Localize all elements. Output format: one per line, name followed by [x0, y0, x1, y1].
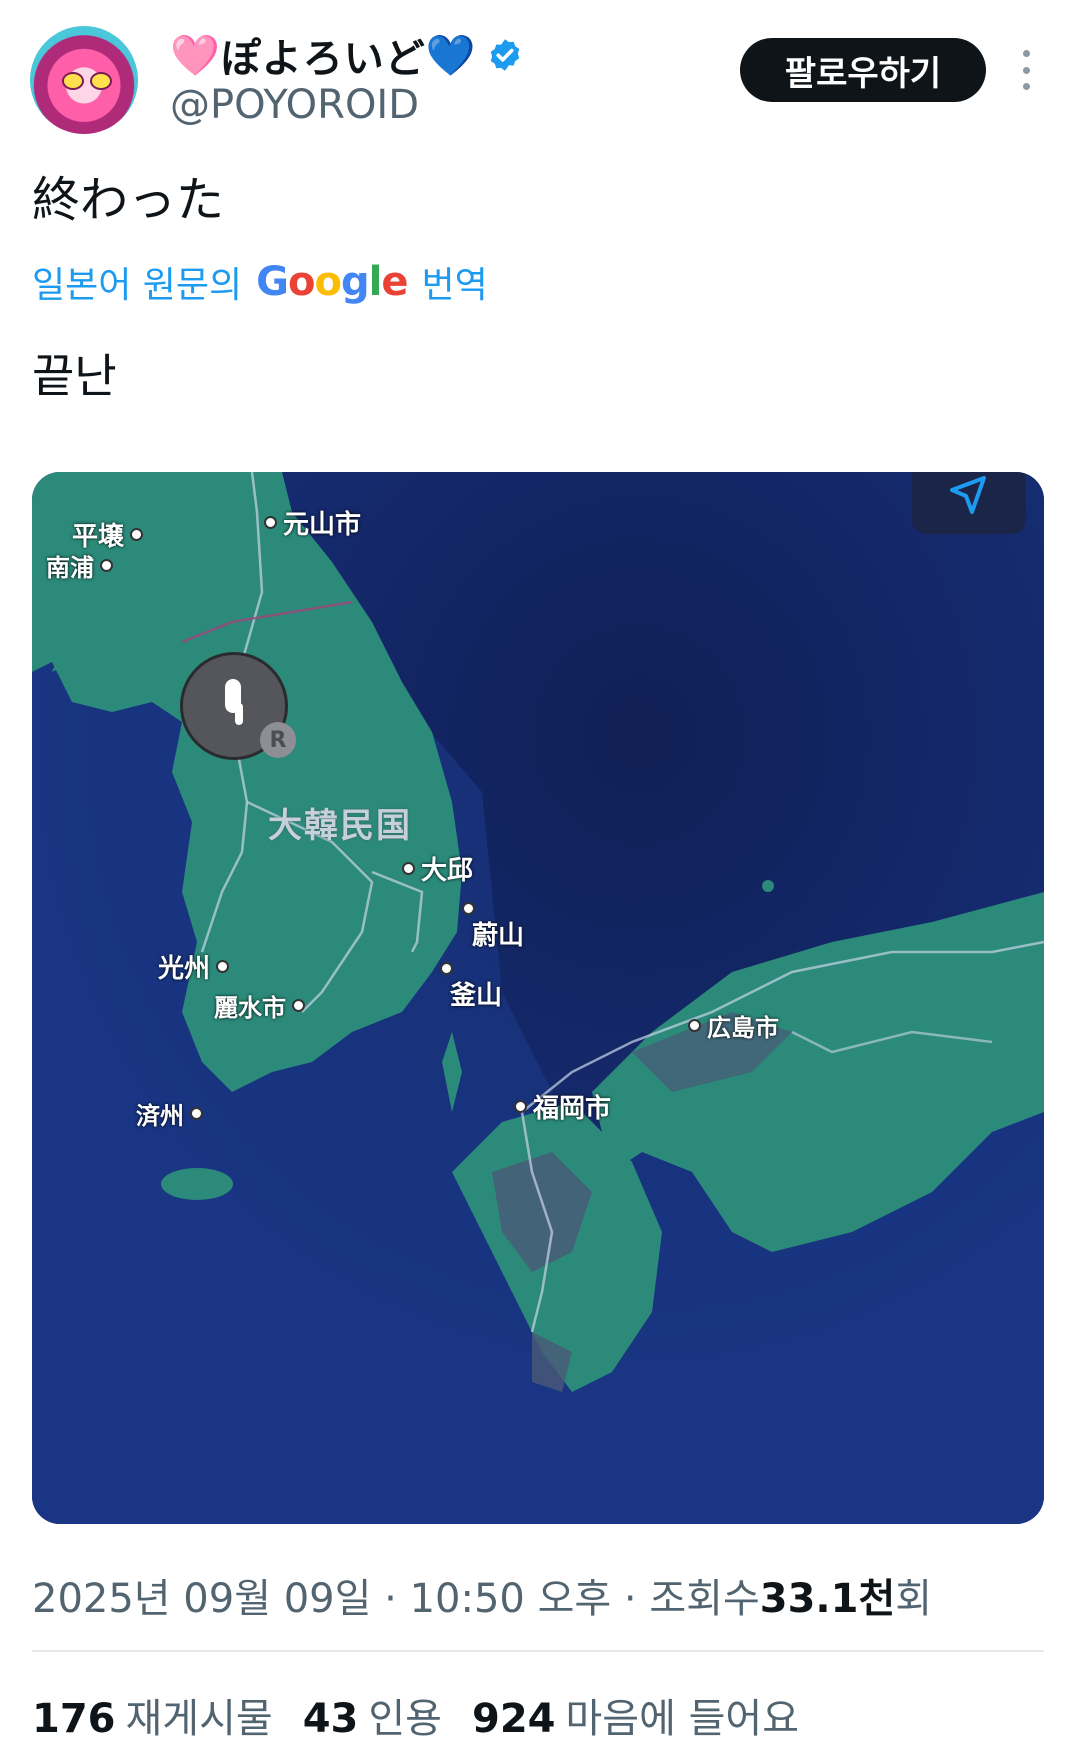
map-label-ulsan: 蔚山: [462, 902, 524, 952]
likes-label: 마음에 들어요: [565, 1696, 799, 1742]
display-name[interactable]: 🩷 ぽよろいど 💙: [170, 26, 523, 84]
location-arrow-icon: [950, 476, 986, 514]
map-image[interactable]: R 平壌 南浦 元山市 大韓民国 大邱 蔚山 釜山 光州 麗水市 済州 福岡市 …: [32, 472, 1044, 1524]
pink-heart-emoji: 🩷: [170, 32, 221, 79]
user-handle[interactable]: @POYOROID: [170, 82, 419, 128]
views-suffix: 회: [895, 1576, 933, 1622]
verified-badge-icon: [490, 39, 519, 71]
map-label-nampo: 南浦: [46, 548, 113, 583]
avatar-eye-right: [90, 72, 112, 90]
divider: [32, 1650, 1044, 1652]
map-label-busan: 釜山: [440, 962, 502, 1012]
meta-separator: ·: [623, 1576, 637, 1622]
quotes-stat[interactable]: 43 인용: [303, 1686, 442, 1744]
more-vertical-icon[interactable]: [1018, 50, 1034, 90]
reposts-count: 176: [32, 1696, 116, 1742]
quotes-label: 인용: [368, 1696, 442, 1742]
likes-stat[interactable]: 924 마음에 들어요: [472, 1686, 799, 1744]
map-label-wonsan: 元山市: [264, 504, 361, 541]
translation-prefix: 일본어 원문의: [32, 265, 243, 306]
follow-button[interactable]: 팔로우하기: [740, 38, 986, 102]
quotes-count: 43: [302, 1696, 359, 1742]
map-label-jeju: 済州: [136, 1096, 203, 1131]
reposts-stat[interactable]: 176 재게시물: [32, 1686, 273, 1744]
tweet-date: 2025년 09월 09일: [32, 1576, 372, 1622]
engagement-stats: 176 재게시물 43 인용 924 마음에 들어요: [32, 1686, 799, 1744]
location-button[interactable]: [912, 472, 1026, 534]
translation-link[interactable]: 일본어 원문의 Google 번역: [32, 256, 488, 308]
meta-separator: ·: [384, 1576, 397, 1622]
views-label: 조회수: [649, 1576, 760, 1622]
tweet-meta: 2025년 09월 09일 · 10:50 오후 · 조회수33.1천회: [32, 1566, 932, 1624]
display-name-text: ぽよろいど: [220, 36, 426, 82]
tweet-time: 10:50 오후: [409, 1576, 612, 1622]
likes-count: 924: [471, 1696, 556, 1742]
map-label-yeosu: 麗水市: [214, 988, 305, 1023]
map-label-fukuoka: 福岡市: [514, 1088, 611, 1125]
tweet-text: 終わった: [32, 172, 225, 228]
jeju-island: [161, 1168, 233, 1200]
map-label-daegu: 大邱: [402, 850, 473, 887]
avatar-eye-left: [62, 72, 84, 90]
blue-heart-emoji: 💙: [425, 32, 477, 79]
translation-suffix: 번역: [421, 265, 488, 306]
map-label-gwangju: 光州: [158, 948, 230, 985]
map-label-korea: 大韓民国: [268, 806, 412, 846]
avatar[interactable]: [30, 26, 138, 134]
views-value: 33.1천: [759, 1576, 896, 1622]
map-canvas: [32, 472, 1044, 1524]
device-badge: R: [260, 722, 296, 758]
translated-text: 끝난: [32, 349, 117, 403]
map-label-hiroshima: 広島市: [688, 1008, 779, 1043]
reposts-label: 재게시물: [125, 1696, 273, 1742]
google-logo: Google: [256, 259, 408, 305]
